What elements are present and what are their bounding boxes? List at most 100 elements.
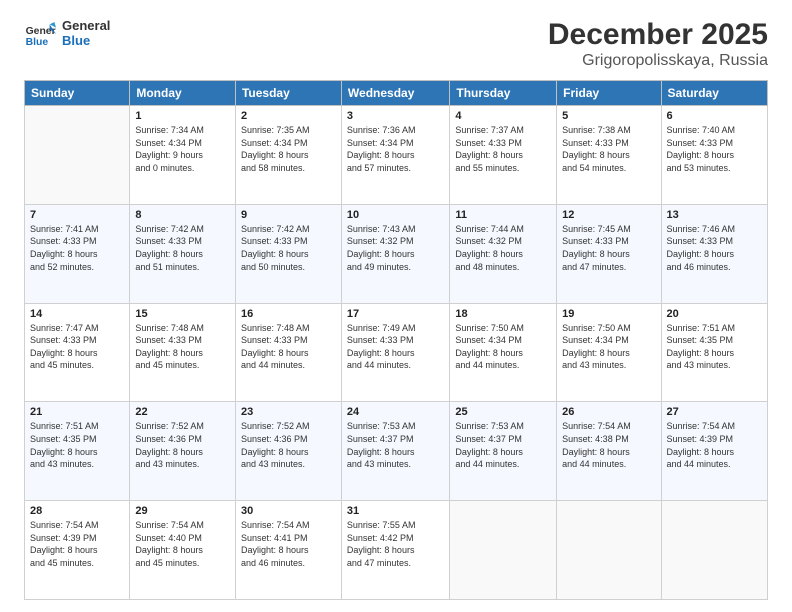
calendar-cell: 5 Sunrise: 7:38 AM Sunset: 4:33 PM Daylig… xyxy=(557,106,661,205)
calendar-cell: 26Sunrise: 7:54 AM Sunset: 4:38 PM Dayli… xyxy=(557,402,661,501)
calendar-cell: 3Sunrise: 7:36 AM Sunset: 4:34 PM Daylig… xyxy=(341,106,449,205)
day-number: 1 xyxy=(135,110,230,122)
day-number: 29 xyxy=(135,505,230,517)
day-number: 25 xyxy=(455,406,551,418)
calendar-cell: 6Sunrise: 7:40 AM Sunset: 4:33 PM Daylig… xyxy=(661,106,767,205)
cell-content: Sunrise: 7:51 AM Sunset: 4:35 PM Dayligh… xyxy=(667,322,762,372)
header-row: Sunday Monday Tuesday Wednesday Thursday… xyxy=(25,81,768,106)
calendar-cell: 4Sunrise: 7:37 AM Sunset: 4:33 PM Daylig… xyxy=(450,106,557,205)
cell-content: Sunrise: 7:55 AM Sunset: 4:42 PM Dayligh… xyxy=(347,519,444,569)
cell-content: Sunrise: 7:54 AM Sunset: 4:39 PM Dayligh… xyxy=(667,420,762,470)
page: General Blue General Blue December 2025 … xyxy=(0,0,792,612)
day-number: 31 xyxy=(347,505,444,517)
week-row-0: 1 Sunrise: 7:34 AM Sunset: 4:34 PM Daylig… xyxy=(25,106,768,205)
day-number: 11 xyxy=(455,209,551,221)
day-number: 24 xyxy=(347,406,444,418)
calendar-cell xyxy=(25,106,130,205)
cell-content: Sunrise: 7:53 AM Sunset: 4:37 PM Dayligh… xyxy=(347,420,444,470)
calendar-cell: 2 Sunrise: 7:35 AM Sunset: 4:34 PM Daylig… xyxy=(235,106,341,205)
logo: General Blue General Blue xyxy=(24,18,110,50)
day-number: 15 xyxy=(135,308,230,320)
day-number: 26 xyxy=(562,406,655,418)
day-number: 23 xyxy=(241,406,336,418)
calendar-cell: 17 Sunrise: 7:49 AM Sunset: 4:33 PM Dayli… xyxy=(341,303,449,402)
header-wednesday: Wednesday xyxy=(341,81,449,106)
week-row-1: 7Sunrise: 7:41 AM Sunset: 4:33 PM Daylig… xyxy=(25,204,768,303)
day-number: 22 xyxy=(135,406,230,418)
week-row-3: 21 Sunrise: 7:51 AM Sunset: 4:35 PM Dayli… xyxy=(25,402,768,501)
day-number: 10 xyxy=(347,209,444,221)
week-row-2: 14 Sunrise: 7:47 AM Sunset: 4:33 PM Dayli… xyxy=(25,303,768,402)
calendar-cell xyxy=(450,501,557,600)
day-number: 12 xyxy=(562,209,655,221)
cell-content: Sunrise: 7:53 AM Sunset: 4:37 PM Dayligh… xyxy=(455,420,551,470)
cell-content: Sunrise: 7:40 AM Sunset: 4:33 PM Dayligh… xyxy=(667,124,762,174)
cell-content: Sunrise: 7:48 AM Sunset: 4:33 PM Dayligh… xyxy=(135,322,230,372)
day-number: 14 xyxy=(30,308,124,320)
header-thursday: Thursday xyxy=(450,81,557,106)
cell-content: Sunrise: 7:54 AM Sunset: 4:41 PM Dayligh… xyxy=(241,519,336,569)
cell-content: Sunrise: 7:35 AM Sunset: 4:34 PM Dayligh… xyxy=(241,124,336,174)
logo-icon: General Blue xyxy=(24,18,56,50)
calendar-cell: 28Sunrise: 7:54 AM Sunset: 4:39 PM Dayli… xyxy=(25,501,130,600)
calendar-cell: 12Sunrise: 7:45 AM Sunset: 4:33 PM Dayli… xyxy=(557,204,661,303)
calendar-cell: 24 Sunrise: 7:53 AM Sunset: 4:37 PM Dayli… xyxy=(341,402,449,501)
calendar-cell: 8 Sunrise: 7:42 AM Sunset: 4:33 PM Daylig… xyxy=(130,204,236,303)
day-number: 18 xyxy=(455,308,551,320)
logo-line1: General xyxy=(62,19,110,34)
calendar-cell: 13 Sunrise: 7:46 AM Sunset: 4:33 PM Dayli… xyxy=(661,204,767,303)
calendar-cell: 21 Sunrise: 7:51 AM Sunset: 4:35 PM Dayli… xyxy=(25,402,130,501)
cell-content: Sunrise: 7:50 AM Sunset: 4:34 PM Dayligh… xyxy=(455,322,551,372)
calendar-cell xyxy=(661,501,767,600)
cell-content: Sunrise: 7:41 AM Sunset: 4:33 PM Dayligh… xyxy=(30,223,124,273)
cell-content: Sunrise: 7:49 AM Sunset: 4:33 PM Dayligh… xyxy=(347,322,444,372)
day-number: 5 xyxy=(562,110,655,122)
top-section: General Blue General Blue December 2025 … xyxy=(24,18,768,70)
calendar-cell: 20Sunrise: 7:51 AM Sunset: 4:35 PM Dayli… xyxy=(661,303,767,402)
day-number: 3 xyxy=(347,110,444,122)
cell-content: Sunrise: 7:46 AM Sunset: 4:33 PM Dayligh… xyxy=(667,223,762,273)
calendar-cell: 10Sunrise: 7:43 AM Sunset: 4:32 PM Dayli… xyxy=(341,204,449,303)
cell-content: Sunrise: 7:42 AM Sunset: 4:33 PM Dayligh… xyxy=(135,223,230,273)
header-tuesday: Tuesday xyxy=(235,81,341,106)
calendar-cell: 23 Sunrise: 7:52 AM Sunset: 4:36 PM Dayli… xyxy=(235,402,341,501)
calendar-cell: 31 Sunrise: 7:55 AM Sunset: 4:42 PM Dayli… xyxy=(341,501,449,600)
calendar-cell: 1 Sunrise: 7:34 AM Sunset: 4:34 PM Daylig… xyxy=(130,106,236,205)
day-number: 2 xyxy=(241,110,336,122)
calendar-cell: 18 Sunrise: 7:50 AM Sunset: 4:34 PM Dayli… xyxy=(450,303,557,402)
day-number: 17 xyxy=(347,308,444,320)
cell-content: Sunrise: 7:52 AM Sunset: 4:36 PM Dayligh… xyxy=(241,420,336,470)
calendar-cell: 22 Sunrise: 7:52 AM Sunset: 4:36 PM Dayli… xyxy=(130,402,236,501)
calendar-cell: 29Sunrise: 7:54 AM Sunset: 4:40 PM Dayli… xyxy=(130,501,236,600)
day-number: 16 xyxy=(241,308,336,320)
day-number: 27 xyxy=(667,406,762,418)
calendar-cell: 30Sunrise: 7:54 AM Sunset: 4:41 PM Dayli… xyxy=(235,501,341,600)
calendar-cell: 19 Sunrise: 7:50 AM Sunset: 4:34 PM Dayli… xyxy=(557,303,661,402)
logo-line2: Blue xyxy=(62,34,110,49)
cell-content: Sunrise: 7:52 AM Sunset: 4:36 PM Dayligh… xyxy=(135,420,230,470)
day-number: 28 xyxy=(30,505,124,517)
header-saturday: Saturday xyxy=(661,81,767,106)
cell-content: Sunrise: 7:38 AM Sunset: 4:33 PM Dayligh… xyxy=(562,124,655,174)
calendar-cell: 11Sunrise: 7:44 AM Sunset: 4:32 PM Dayli… xyxy=(450,204,557,303)
main-title: December 2025 xyxy=(548,18,768,52)
calendar-table: Sunday Monday Tuesday Wednesday Thursday… xyxy=(24,80,768,600)
cell-content: Sunrise: 7:47 AM Sunset: 4:33 PM Dayligh… xyxy=(30,322,124,372)
day-number: 21 xyxy=(30,406,124,418)
day-number: 19 xyxy=(562,308,655,320)
calendar-cell: 7Sunrise: 7:41 AM Sunset: 4:33 PM Daylig… xyxy=(25,204,130,303)
cell-content: Sunrise: 7:50 AM Sunset: 4:34 PM Dayligh… xyxy=(562,322,655,372)
cell-content: Sunrise: 7:48 AM Sunset: 4:33 PM Dayligh… xyxy=(241,322,336,372)
calendar-cell: 9Sunrise: 7:42 AM Sunset: 4:33 PM Daylig… xyxy=(235,204,341,303)
calendar-cell xyxy=(557,501,661,600)
cell-content: Sunrise: 7:51 AM Sunset: 4:35 PM Dayligh… xyxy=(30,420,124,470)
day-number: 8 xyxy=(135,209,230,221)
day-number: 9 xyxy=(241,209,336,221)
day-number: 13 xyxy=(667,209,762,221)
svg-text:Blue: Blue xyxy=(26,37,49,48)
header-sunday: Sunday xyxy=(25,81,130,106)
cell-content: Sunrise: 7:34 AM Sunset: 4:34 PM Dayligh… xyxy=(135,124,230,174)
day-number: 4 xyxy=(455,110,551,122)
header-friday: Friday xyxy=(557,81,661,106)
title-section: December 2025 Grigoropolisskaya, Russia xyxy=(548,18,768,70)
